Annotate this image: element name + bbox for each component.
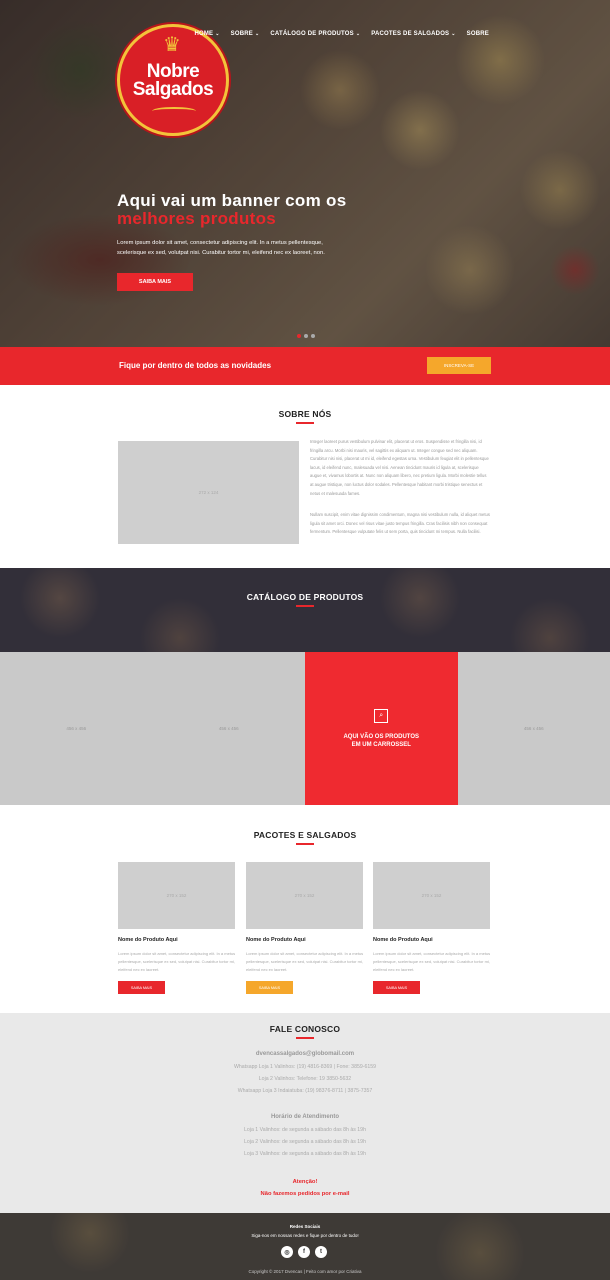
about-paragraph-1: Integer laoreet purus vestibulum pulvina… xyxy=(310,439,489,496)
nav-item-label: SOBRE xyxy=(466,31,489,37)
package-name: Nome do Produto Aqui xyxy=(373,937,433,943)
hero-title-line1: Aqui vai um banner com os xyxy=(117,191,347,210)
packages-title: PACOTES E SALGADOS xyxy=(253,830,357,840)
contact-phone: Whatsapp Loja 1 Valinhos: (19) 4816-8369… xyxy=(234,1064,376,1070)
package-description: Lorem ipsum dolor sit amet, consectetur … xyxy=(118,951,236,972)
nav-item-sobre[interactable]: SOBRE xyxy=(467,31,489,37)
catalog-header: CATÁLOGO DE PRODUTOS xyxy=(0,568,610,652)
nav-item-label: HOME xyxy=(194,31,214,37)
product-carousel: 456 x 456 456 x 456 ⌕ AQUI VÃO OS PRODUT… xyxy=(0,652,610,805)
page: ♛ Nobre Salgados HOME ⌄ SOBRE ⌄ CATÁLOGO DE … xyxy=(0,0,610,1280)
facebook-icon[interactable]: f xyxy=(298,1246,310,1258)
package-image-placeholder: 270 x 152 xyxy=(246,862,363,929)
subscribe-button[interactable]: INSCREVA-SE xyxy=(427,357,491,374)
instagram-icon[interactable]: ◎ xyxy=(281,1246,293,1258)
social-text: Siga-nos em nossas redes e fique por den… xyxy=(251,1233,359,1238)
search-icon[interactable]: ⌕ xyxy=(374,708,389,723)
contact-section: FALE CONOSCO dvencassalgados@globomail.c… xyxy=(0,1013,610,1213)
hours-line: Loja 3 Valinhos: de segunda a sábado das… xyxy=(244,1151,366,1157)
product-tile-label: 456 x 456 xyxy=(523,726,544,731)
contact-email[interactable]: dvencassalgados@globomail.com xyxy=(0,1051,610,1057)
contact-title-underline xyxy=(296,1037,314,1039)
package-image-label: 270 x 152 xyxy=(294,893,315,898)
nav-item-home[interactable]: HOME ⌄ xyxy=(194,31,219,37)
package-image-label: 270 x 152 xyxy=(421,893,442,898)
highlight-text-line2: EM UM CARROSSEL xyxy=(351,741,411,748)
newsletter-bar: Fique por dentro de todos as novidades xyxy=(0,347,610,385)
about-title: SOBRE NÓS xyxy=(278,409,332,419)
product-tile-label: 456 x 456 xyxy=(218,726,239,731)
alert-text: Não fazemos pedidos por e-mail xyxy=(260,1191,350,1197)
hero-banner: ♛ Nobre Salgados HOME ⌄ SOBRE ⌄ CATÁLOGO DE … xyxy=(0,0,610,347)
package-description: Lorem ipsum dolor sit amet, consectetur … xyxy=(246,951,364,972)
newsletter-text: Fique por dentro de todos as novidades xyxy=(119,361,272,370)
package-saiba-mais-button[interactable]: SAIBA MAIS xyxy=(246,981,293,994)
hours-title: Horário de Atendimento xyxy=(270,1114,340,1120)
nav-item-label: PACOTES DE SALGADOS xyxy=(371,31,450,37)
package-name: Nome do Produto Aqui xyxy=(246,937,306,943)
about-image-label: 272 x 124 xyxy=(198,490,219,495)
about-title-underline xyxy=(296,422,314,424)
highlight-text-line1: AQUI VÃO OS PRODUTOS xyxy=(343,733,420,740)
alert-title: Atenção! xyxy=(292,1179,318,1185)
product-tile-label: 456 x 456 xyxy=(66,726,87,731)
nav-item-label: CATÁLOGO DE PRODUTOS xyxy=(270,31,354,37)
product-tile-highlight[interactable]: ⌕ AQUI VÃO OS PRODUTOS EM UM CARROSSEL xyxy=(305,652,458,805)
nobre-salgados-logo[interactable]: ♛ Nobre Salgados xyxy=(117,24,229,136)
hours-line: Loja 2 Valinhos: de segunda a sábado das… xyxy=(244,1139,366,1145)
hero-saiba-mais-button[interactable]: SAIBA MAIS xyxy=(117,273,193,291)
package-image-placeholder: 270 x 152 xyxy=(373,862,490,929)
package-description: Lorem ipsum dolor sit amet, consectetur … xyxy=(373,951,491,972)
about-paragraph-2: Nullam suscipit, enim vitae dignissim co… xyxy=(310,512,490,535)
contact-phone: Loja 2 Valinhos: Telefone: 19 3850-5632 xyxy=(258,1076,352,1082)
nav-item-label: SOBRE xyxy=(230,31,253,37)
hours-line: Loja 1 Valinhos: de segunda a sábado das… xyxy=(244,1127,366,1133)
copyright: Copyright © 2017 Dvencas | Feito com amo… xyxy=(248,1269,362,1274)
hero-text: Lorem ipsum dolor sit amet, consectetur … xyxy=(117,240,325,256)
main-nav: HOME ⌄ SOBRE ⌄ CATÁLOGO DE PRODUTOS ⌄ PACOTES … xyxy=(194,31,489,37)
hero-title-line2: melhores produtos xyxy=(117,209,277,228)
chevron-down-icon: ⌄ xyxy=(255,31,260,37)
nav-item-pacotes-de-salgados[interactable]: PACOTES DE SALGADOS ⌄ xyxy=(371,31,455,37)
contact-phone: Whatsapp Loja 3 Indaiatuba: (19) 98376-8… xyxy=(237,1088,373,1094)
package-image-placeholder: 270 x 152 xyxy=(118,862,235,929)
chevron-down-icon: ⌄ xyxy=(215,31,220,37)
crown-icon: ♛ xyxy=(163,34,181,56)
catalog-title: CATÁLOGO DE PRODUTOS xyxy=(246,592,364,602)
twitter-icon[interactable]: t xyxy=(315,1246,327,1258)
package-image-label: 270 x 152 xyxy=(166,893,187,898)
chevron-down-icon: ⌄ xyxy=(451,31,456,37)
carousel-dot[interactable] xyxy=(304,334,308,338)
package-saiba-mais-button[interactable]: SAIBA MAIS xyxy=(373,981,420,994)
carousel-dot[interactable] xyxy=(297,334,301,338)
catalog-title-underline xyxy=(296,605,314,607)
carousel-dot[interactable] xyxy=(311,334,315,338)
about-image-placeholder: 272 x 124 xyxy=(118,441,299,544)
product-tile[interactable]: 456 x 456 xyxy=(0,652,153,805)
logo-text-line2: Salgados xyxy=(132,79,214,100)
package-name: Nome do Produto Aqui xyxy=(118,937,178,943)
contact-title: FALE CONOSCO xyxy=(269,1024,341,1034)
carousel-dots xyxy=(297,334,315,338)
wheat-icon xyxy=(152,107,196,115)
package-saiba-mais-button[interactable]: SAIBA MAIS xyxy=(118,981,165,994)
social-links: ◎ f t xyxy=(281,1246,327,1258)
nav-item-catálogo-de-produtos[interactable]: CATÁLOGO DE PRODUTOS ⌄ xyxy=(270,31,360,37)
product-tile[interactable]: 456 x 456 xyxy=(152,652,305,805)
nav-item-sobre[interactable]: SOBRE ⌄ xyxy=(231,31,260,37)
product-tile[interactable]: 456 x 456 xyxy=(457,652,610,805)
chevron-down-icon: ⌄ xyxy=(355,31,361,37)
social-title: Redes Sociais xyxy=(289,1224,321,1229)
packages-title-underline xyxy=(296,843,314,845)
